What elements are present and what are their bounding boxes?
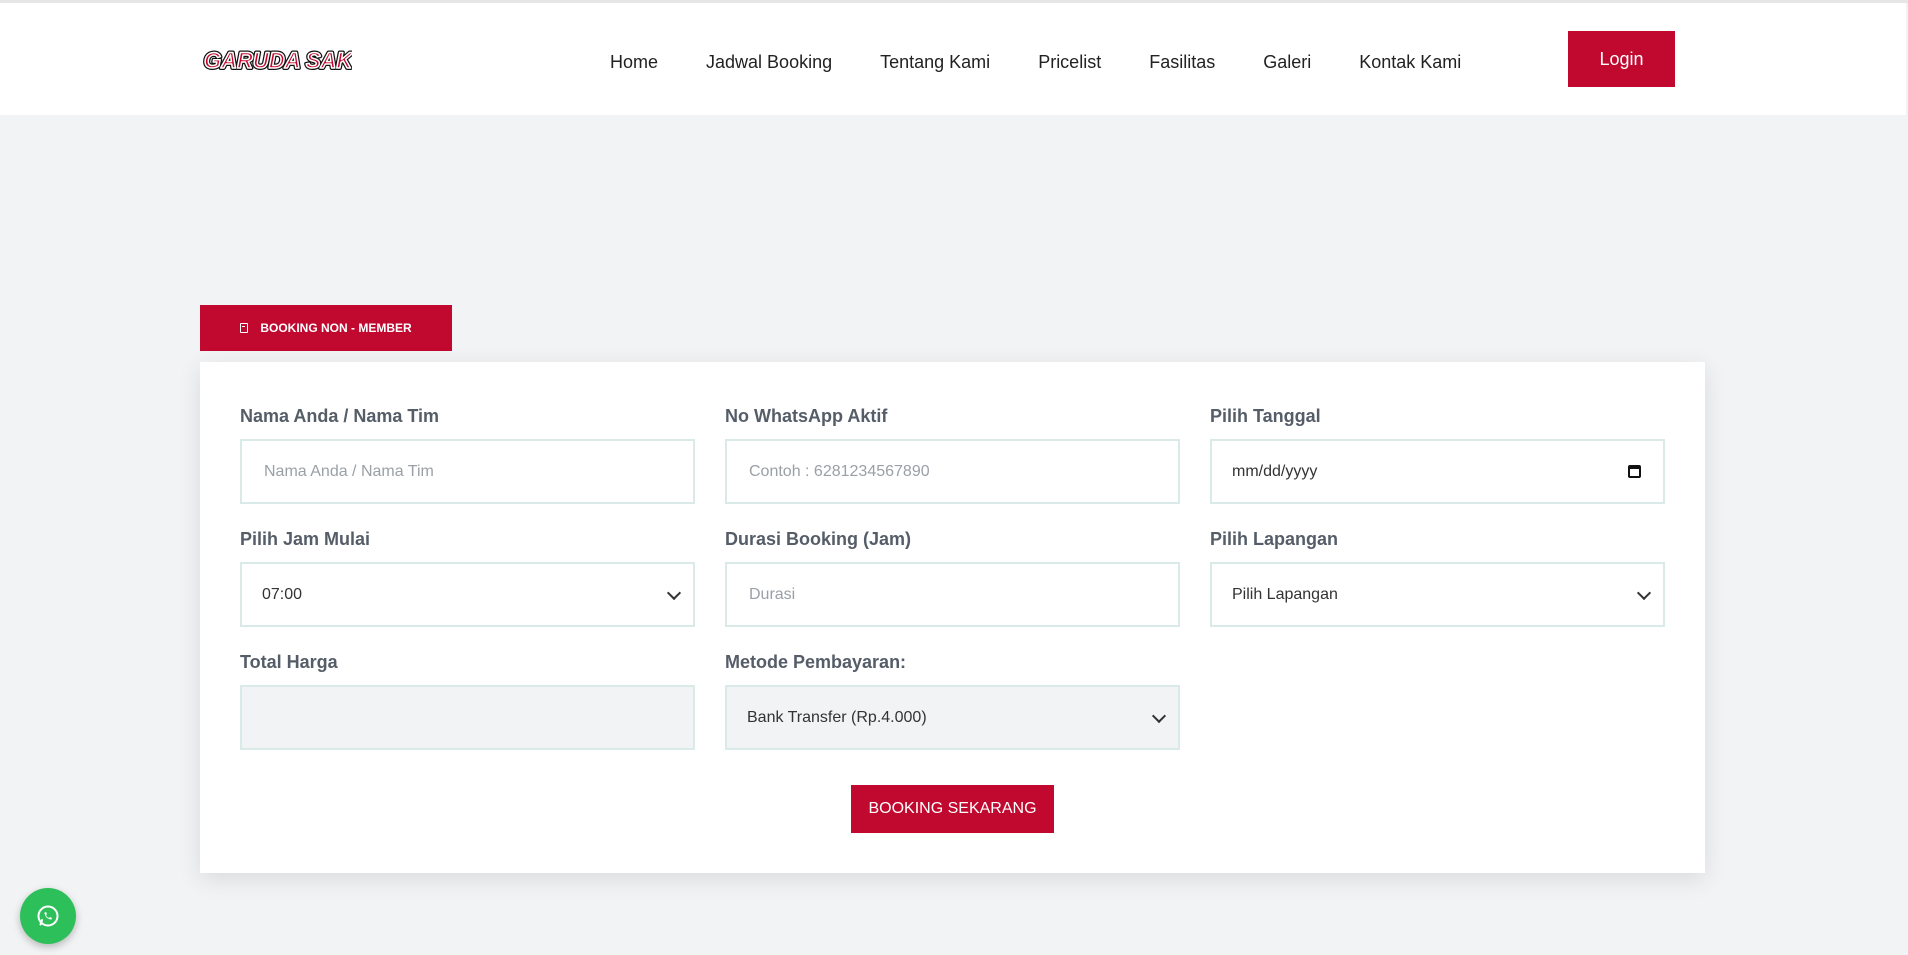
- metode-select[interactable]: Bank Transfer (Rp.4.000): [725, 685, 1180, 750]
- tanggal-date-input[interactable]: mm/dd/yyyy: [1210, 439, 1665, 504]
- lapangan-select[interactable]: Pilih Lapangan: [1210, 562, 1665, 627]
- jam-mulai-label: Pilih Jam Mulai: [240, 529, 371, 549]
- svg-text:GARUDA SAKTI: GARUDA SAKTI: [204, 48, 352, 73]
- site-header: GARUDA SAKTI GARUDA SAKTI Home Jadwal Bo…: [0, 3, 1906, 115]
- nav-home[interactable]: Home: [610, 43, 658, 81]
- field-durasi: Durasi Booking (Jam): [725, 530, 1180, 627]
- nav-tentang-kami[interactable]: Tentang Kami: [880, 43, 990, 81]
- lapangan-label: Pilih Lapangan: [1210, 529, 1339, 549]
- login-button[interactable]: Login: [1568, 31, 1675, 87]
- jam-mulai-select[interactable]: 07:00: [240, 562, 695, 627]
- total-harga-label: Total Harga: [240, 652, 338, 672]
- durasi-label: Durasi Booking (Jam): [725, 529, 912, 549]
- calendar-icon[interactable]: [1628, 465, 1641, 478]
- nav-pricelist[interactable]: Pricelist: [1038, 43, 1101, 81]
- total-harga-input: [240, 685, 695, 750]
- receipt-icon: [240, 323, 249, 333]
- tanggal-value: mm/dd/yyyy: [1232, 462, 1318, 480]
- nama-input[interactable]: [262, 461, 673, 482]
- field-jam-mulai: Pilih Jam Mulai 07:00: [240, 530, 695, 627]
- booking-non-member-tab[interactable]: BOOKING NON - MEMBER: [200, 305, 452, 351]
- nav-fasilitas[interactable]: Fasilitas: [1149, 43, 1215, 81]
- whatsapp-input[interactable]: [747, 461, 1158, 482]
- chevron-down-icon: [1151, 708, 1167, 724]
- whatsapp-label: No WhatsApp Aktif: [725, 406, 888, 426]
- tab-label: BOOKING NON - MEMBER: [260, 321, 412, 335]
- garuda-sakti-logo[interactable]: GARUDA SAKTI GARUDA SAKTI: [200, 43, 352, 77]
- booking-sekarang-button[interactable]: BOOKING SEKARANG: [851, 785, 1054, 833]
- tanggal-label: Pilih Tanggal: [1210, 406, 1321, 426]
- field-nama: Nama Anda / Nama Tim: [240, 407, 695, 504]
- field-tanggal: Pilih Tanggal mm/dd/yyyy: [1210, 407, 1665, 504]
- chevron-down-icon: [666, 585, 682, 601]
- whatsapp-icon: [37, 905, 59, 927]
- nav-kontak-kami[interactable]: Kontak Kami: [1359, 43, 1461, 81]
- main-nav: Home Jadwal Booking Tentang Kami Priceli…: [610, 43, 1509, 81]
- nama-input-box: [240, 439, 695, 504]
- field-lapangan: Pilih Lapangan Pilih Lapangan: [1210, 530, 1665, 627]
- jam-mulai-value: 07:00: [262, 585, 303, 603]
- field-total-harga: Total Harga: [240, 653, 695, 750]
- nav-galeri[interactable]: Galeri: [1263, 43, 1311, 81]
- nama-label: Nama Anda / Nama Tim: [240, 406, 440, 426]
- nav-jadwal-booking[interactable]: Jadwal Booking: [706, 43, 832, 81]
- metode-value: Bank Transfer (Rp.4.000): [747, 708, 927, 726]
- field-metode-pembayaran: Metode Pembayaran: Bank Transfer (Rp.4.0…: [725, 653, 1180, 750]
- field-whatsapp: No WhatsApp Aktif: [725, 407, 1180, 504]
- lapangan-value: Pilih Lapangan: [1232, 585, 1338, 603]
- metode-label: Metode Pembayaran:: [725, 652, 907, 672]
- whatsapp-input-box: [725, 439, 1180, 504]
- booking-form-card: Nama Anda / Nama Tim No WhatsApp Aktif P…: [200, 362, 1705, 873]
- durasi-input[interactable]: [747, 584, 1158, 605]
- durasi-input-box: [725, 562, 1180, 627]
- whatsapp-chat-button[interactable]: [20, 888, 76, 944]
- chevron-down-icon: [1636, 585, 1652, 601]
